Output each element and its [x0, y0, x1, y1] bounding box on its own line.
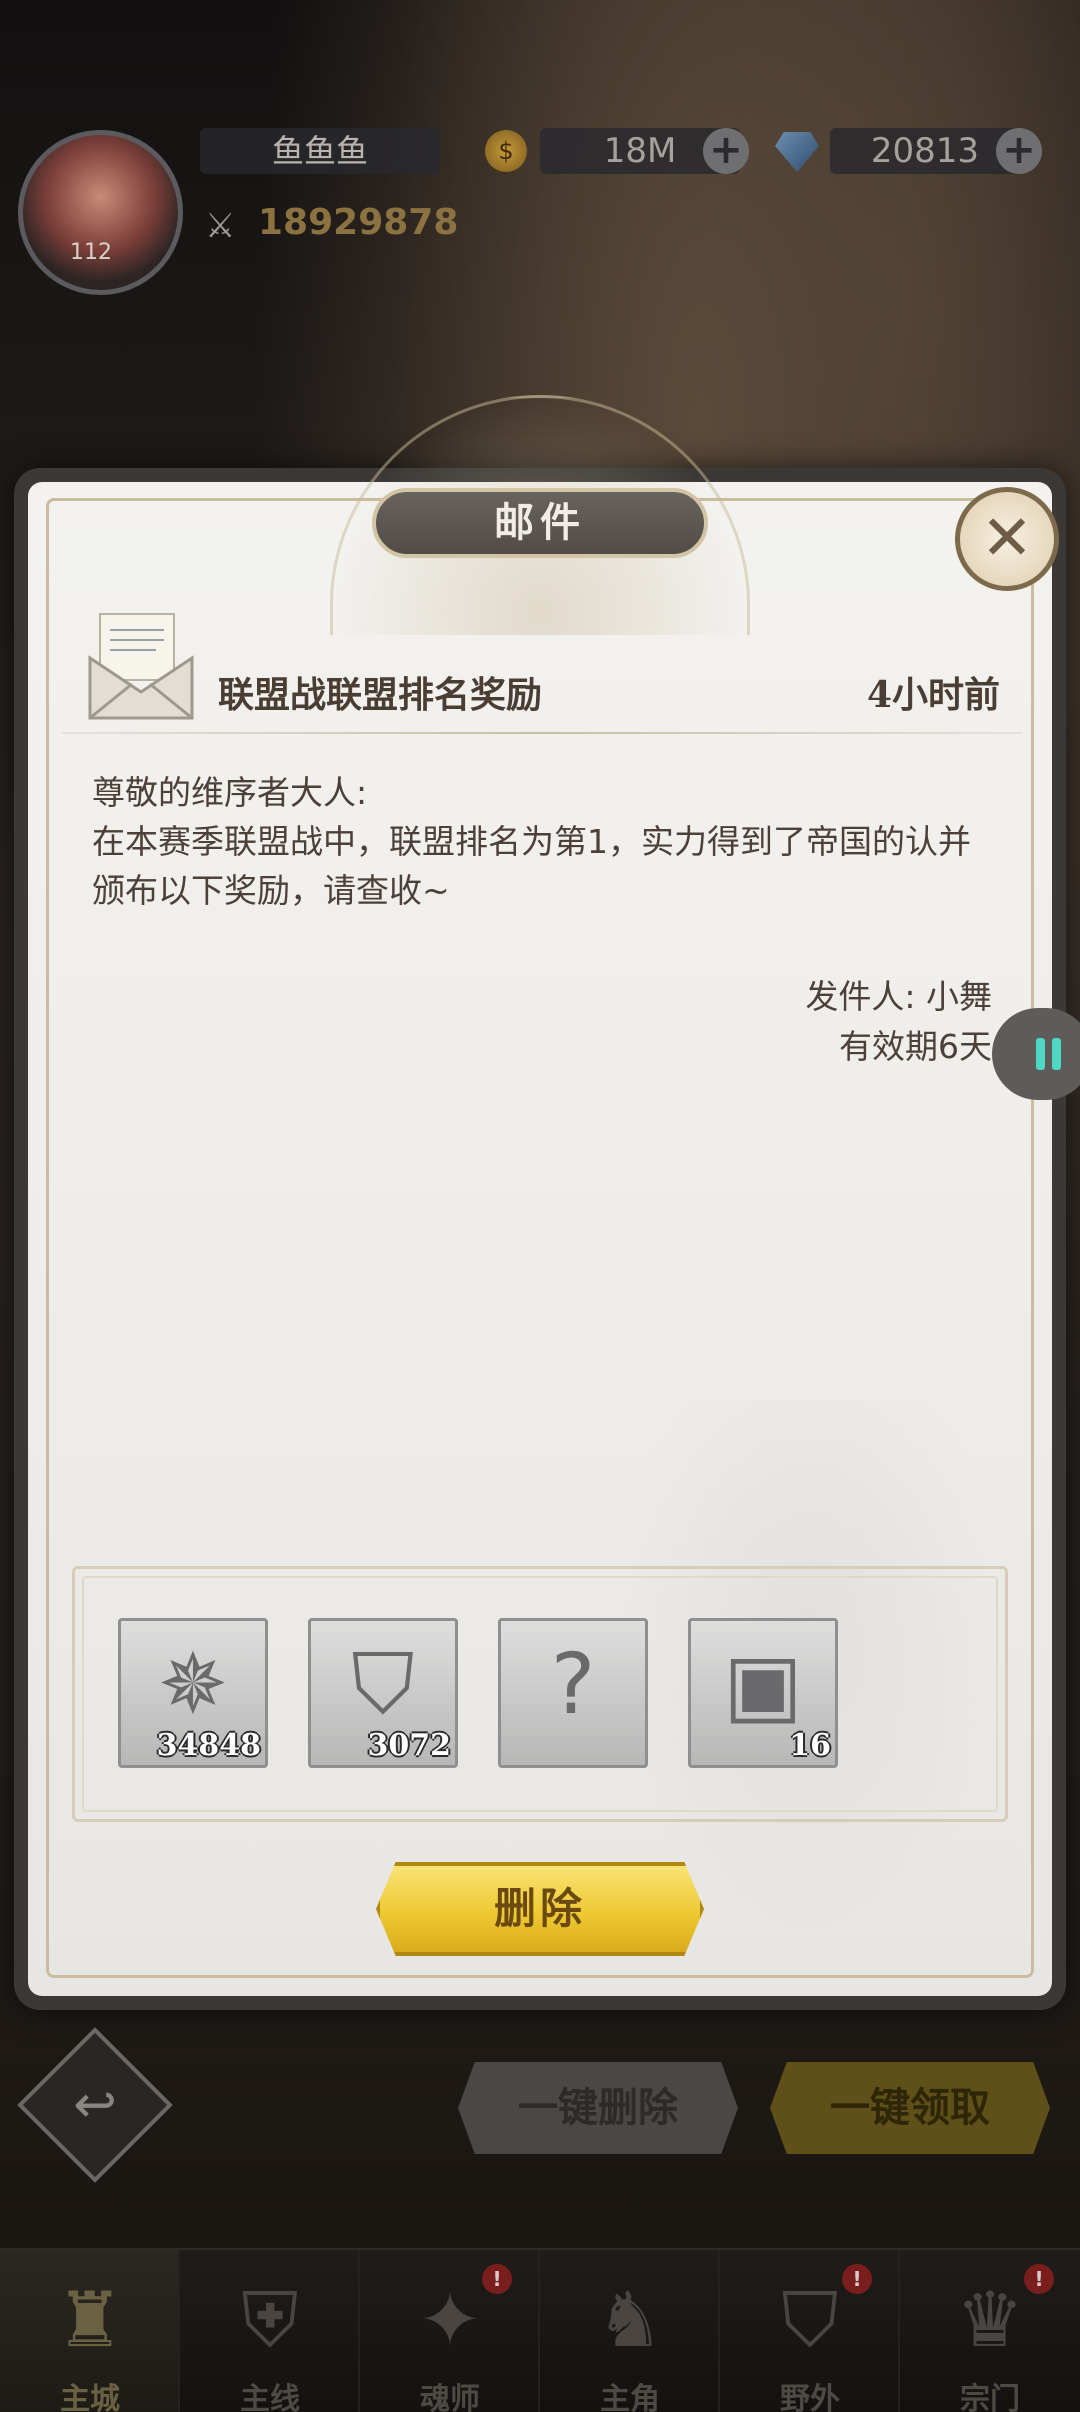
envelope-icon [88, 613, 194, 720]
player-top-bar: 112 鱼鱼鱼 $ 18M + 20813 + ⚔ 18929878 [0, 110, 1080, 300]
diamond-icon [775, 132, 819, 172]
castle-icon: ♜ [55, 2275, 125, 2364]
reward-quantity: 34848 [156, 1728, 261, 1763]
nav-tab-sect[interactable]: ♛ 宗门 ! [900, 2250, 1080, 2412]
mail-body: 尊敬的维序者大人: 在本赛季联盟战中，联盟排名为第1，实力得到了帝国的认并颁布以… [92, 768, 992, 915]
nav-label: 主角 [600, 2382, 660, 2412]
nav-label: 野外 [780, 2382, 840, 2412]
gold-coin-icon: $ [485, 130, 527, 172]
nav-tab-wilderness[interactable]: ⛉ 野外 ! [720, 2250, 900, 2412]
side-drawer-handle[interactable] [992, 1008, 1080, 1100]
protagonist-icon: ♞ [595, 2275, 665, 2364]
nav-label: 主城 [60, 2382, 120, 2412]
reward-item[interactable]: ? [498, 1618, 648, 1768]
reward-item[interactable]: ⛉ 3072 [308, 1618, 458, 1768]
reward-item[interactable]: ✵ 34848 [118, 1618, 268, 1768]
notification-badge: ! [1024, 2264, 1054, 2294]
delete-button[interactable]: 删除 [376, 1862, 704, 1956]
nav-tab-storyline[interactable]: ⛨ 主线 [180, 2250, 360, 2412]
claim-all-button[interactable]: 一键领取 [770, 2062, 1050, 2154]
mail-greeting: 尊敬的维序者大人: [92, 773, 368, 812]
reward-quantity: 3072 [367, 1728, 452, 1763]
combat-power: 18929878 [258, 202, 459, 243]
star-emblem-icon: ✵ [157, 1635, 229, 1733]
mystery-book-icon: ? [550, 1635, 596, 1733]
add-gold-button[interactable]: + [703, 128, 749, 174]
mail-body-text: 在本赛季联盟战中，联盟排名为第1，实力得到了帝国的认并颁布以下奖励，请查收~ [92, 822, 971, 910]
nav-tab-spirit-master[interactable]: ✦ 魂师 ! [360, 2250, 540, 2412]
nav-tab-protagonist[interactable]: ♞ 主角 [540, 2250, 720, 2412]
mail-time: 4小时前 [866, 674, 1000, 716]
notification-badge: ! [482, 2264, 512, 2294]
reward-quantity: 16 [789, 1728, 831, 1763]
diamond-amount: 20813 [830, 128, 1020, 174]
nav-tab-main-city[interactable]: ♜ 主城 [0, 2250, 180, 2412]
delete-all-button[interactable]: 一键删除 [458, 2062, 738, 2154]
nav-label: 主线 [240, 2382, 300, 2412]
storyline-icon: ⛨ [241, 2275, 299, 2364]
close-icon: ✕ [981, 501, 1033, 574]
back-arrow-icon: ↩ [73, 2075, 117, 2135]
subject-divider [62, 732, 1022, 734]
shield-emblem-icon: ⛉ [351, 1635, 415, 1733]
mail-sender: 发件人: 小舞 [805, 977, 992, 1016]
add-diamond-button[interactable]: + [996, 128, 1042, 174]
nav-label: 宗门 [960, 2382, 1020, 2412]
reward-item[interactable]: ▣ 16 [688, 1618, 838, 1768]
player-name: 鱼鱼鱼 [200, 128, 440, 174]
nav-label: 魂师 [420, 2382, 480, 2412]
close-button[interactable]: ✕ [955, 487, 1059, 591]
mail-subject: 联盟战联盟排名奖励 [218, 674, 543, 716]
treasure-chest-icon: ▣ [723, 1635, 803, 1733]
handle-bar-icon [1052, 1038, 1061, 1070]
notification-badge: ! [842, 2264, 872, 2294]
handle-bar-icon [1036, 1038, 1045, 1070]
crossed-swords-icon: ⚔ [205, 206, 236, 246]
player-avatar[interactable] [18, 130, 183, 295]
dialog-title: 邮件 [372, 488, 708, 558]
mail-validity: 有效期6天 [839, 1027, 992, 1066]
player-level: 112 [70, 240, 112, 265]
